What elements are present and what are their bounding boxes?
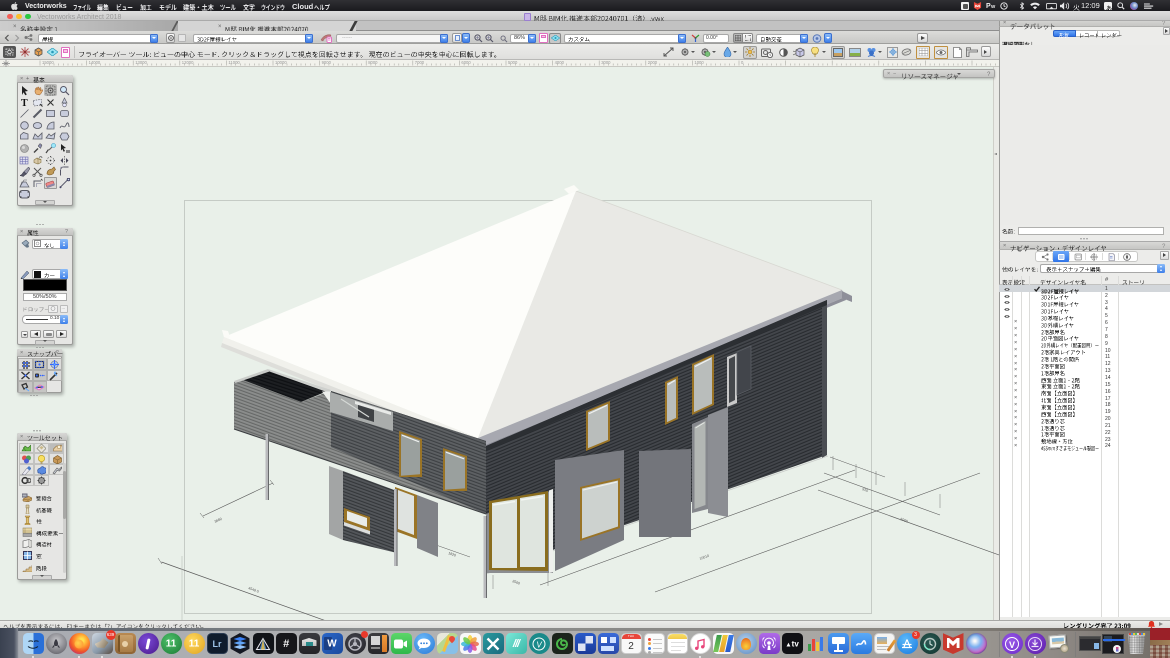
- svg-text:5005: 5005: [900, 517, 909, 523]
- svg-text:4549.5: 4549.5: [248, 586, 260, 594]
- svg-text:910: 910: [862, 487, 869, 493]
- svg-text:T: T: [21, 98, 28, 108]
- svg-text:10010: 10010: [699, 554, 710, 561]
- svg-text:2560: 2560: [512, 579, 521, 585]
- svg-text:3660: 3660: [214, 517, 223, 524]
- svg-text:1820: 1820: [448, 551, 457, 557]
